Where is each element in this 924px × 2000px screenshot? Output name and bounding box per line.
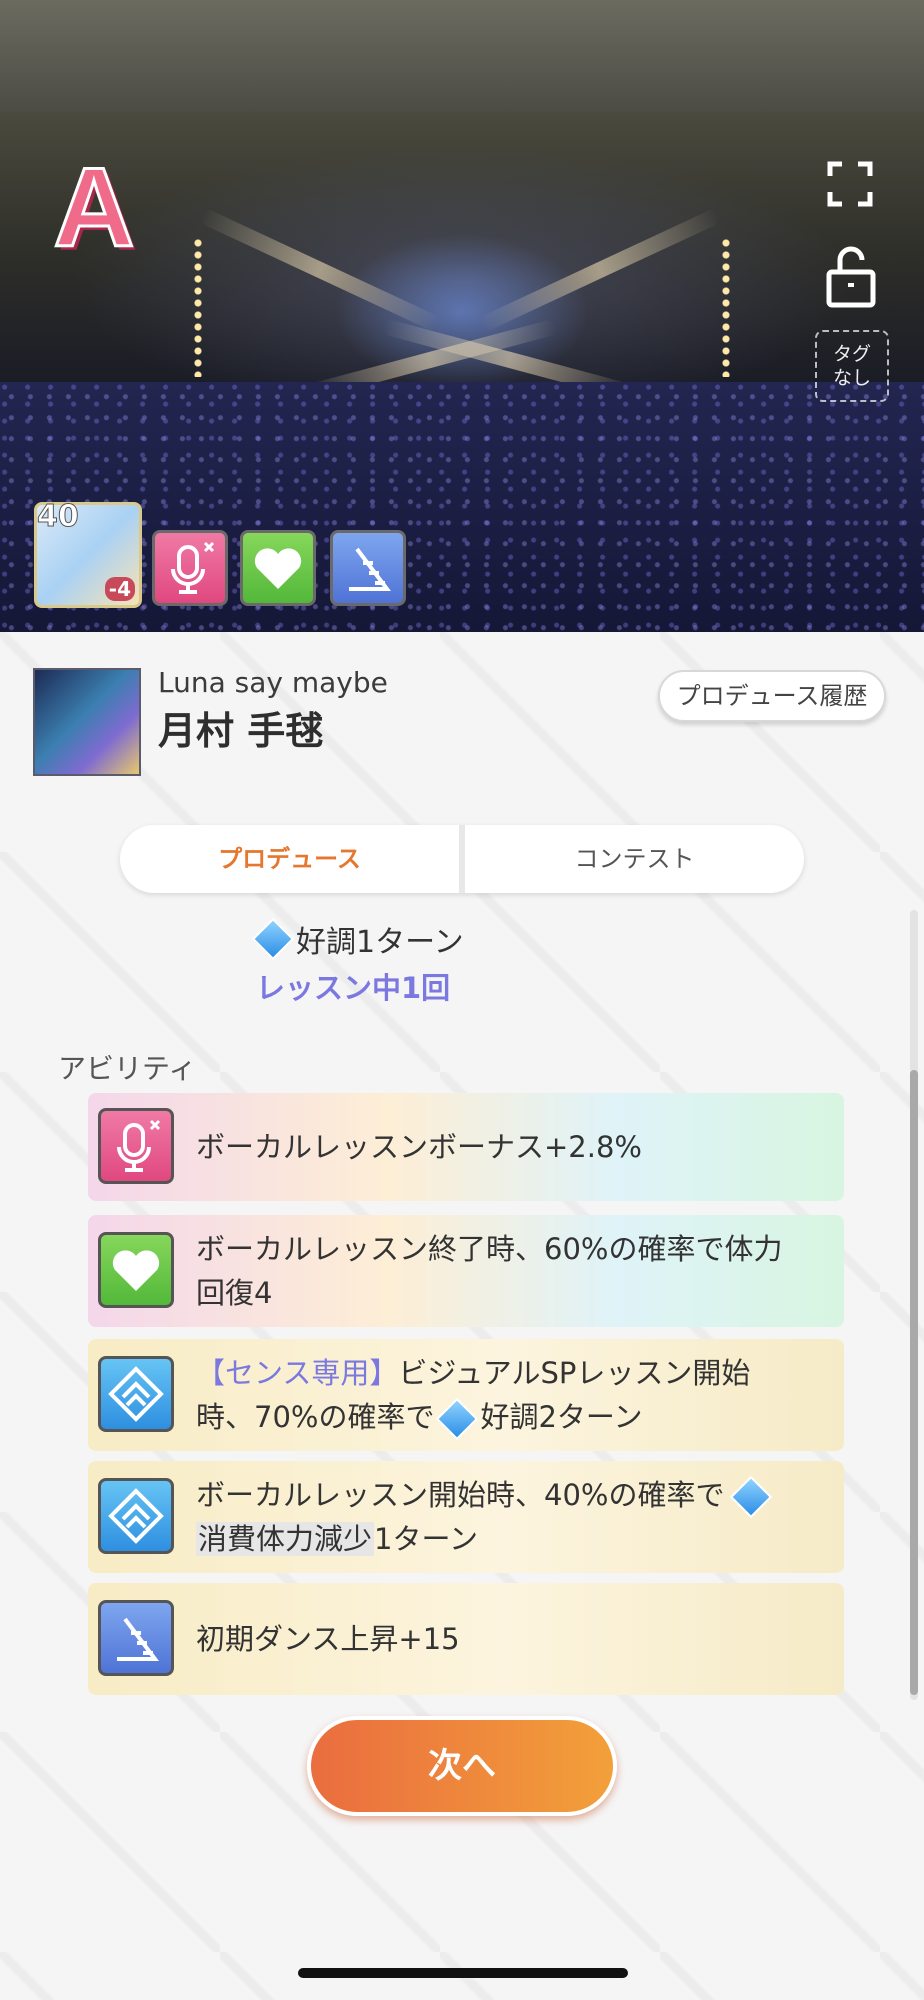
tag-button[interactable]: タグ なし [815,330,889,402]
ability-row: 初期ダンス上昇+15 [88,1583,844,1695]
ability-row: ボーカルレッスン開始時、40%の確率で 消費体力減少1ターン [88,1461,844,1573]
ability-section-title: アビリティ [58,1052,197,1085]
next-button[interactable]: 次へ [307,1716,617,1816]
heart-icon[interactable] [240,530,316,606]
rank-badge: A [52,145,136,270]
diamond-skill-icon [98,1356,174,1432]
previous-effect: 好調1ターン [251,917,464,961]
produce-history-button[interactable]: プロデュース履歴 [658,670,886,722]
ability-row: ボーカルレッスンボーナス+2.8% [88,1093,844,1201]
ability-row: 【センス専用】ビジュアルSPレッスン開始 時、70%の確率で 好調2ターン [88,1339,844,1451]
previous-effect-text: 好調1ターン [296,925,464,960]
scrollbar-thumb[interactable] [910,1070,918,1695]
home-indicator[interactable] [298,1968,628,1978]
ability-text: 初期ダンス上昇+15 [196,1622,460,1656]
tag-button-label: タグ なし [832,343,871,389]
heart-icon [98,1232,174,1308]
ability-text: ボーカルレッスン終了時、60%の確率で体力 回復4 [196,1227,824,1315]
character-subtitle: Luna say maybe [158,666,388,699]
dance-stairs-icon [98,1600,174,1676]
mode-tabs: プロデュース コンテスト [120,825,804,893]
support-card-thumbnail[interactable]: 40 -4 [34,499,142,608]
tab-contest[interactable]: コンテスト [465,825,804,893]
ability-text-line1: ビジュアルSPレッスン開始 [398,1356,751,1390]
vocal-mic-icon [98,1108,174,1184]
unlock-icon[interactable] [826,246,876,308]
support-card-penalty: -4 [104,577,135,601]
previous-lesson-text: レッスン中1回 [256,971,451,1005]
stage-lights-left [194,237,202,377]
vocal-mic-icon[interactable] [152,530,228,606]
dance-stairs-icon[interactable] [330,530,406,606]
sense-only-prefix: 【センス専用】 [196,1356,399,1390]
good-condition-icon [251,917,295,961]
character-card-thumbnail[interactable] [33,668,141,776]
status-bar [0,0,924,112]
stage-light-beam [198,207,442,333]
tab-produce[interactable]: プロデュース [120,825,459,893]
ability-scroll-area[interactable]: 好調1ターン レッスン中1回 アビリティ ボーカルレッスンボーナス+2.8% ボ… [58,905,858,1695]
diamond-skill-icon [98,1478,174,1554]
support-card-level: 40 [37,499,80,535]
ability-text-line2b: 1ターン [374,1522,479,1556]
ability-text-line2a: 消費体力減少 [196,1522,375,1556]
ability-text-line1: ボーカルレッスン終了時、60%の確率で体力 [196,1232,783,1266]
character-name: 月村 手毬 [158,709,324,753]
ability-text: ボーカルレッスンボーナス+2.8% [196,1130,642,1164]
ability-text: 【センス専用】ビジュアルSPレッスン開始 時、70%の確率で 好調2ターン [196,1351,824,1441]
stage-lights-right [722,237,730,377]
stage-light-beam [478,207,722,333]
fullscreen-icon[interactable] [826,160,874,208]
ability-text-line2: 回復4 [196,1276,273,1310]
ability-text-line2a: 時、70%の確率で [196,1400,435,1434]
ability-text: ボーカルレッスン開始時、40%の確率で 消費体力減少1ターン [196,1473,824,1561]
ability-text-line2b: 好調2ターン [480,1400,643,1434]
ability-row: ボーカルレッスン終了時、60%の確率で体力 回復4 [88,1215,844,1327]
stamina-reduce-icon [730,1475,773,1519]
good-condition-icon [436,1397,479,1441]
ability-text-line1: ボーカルレッスン開始時、40%の確率で [196,1478,725,1512]
